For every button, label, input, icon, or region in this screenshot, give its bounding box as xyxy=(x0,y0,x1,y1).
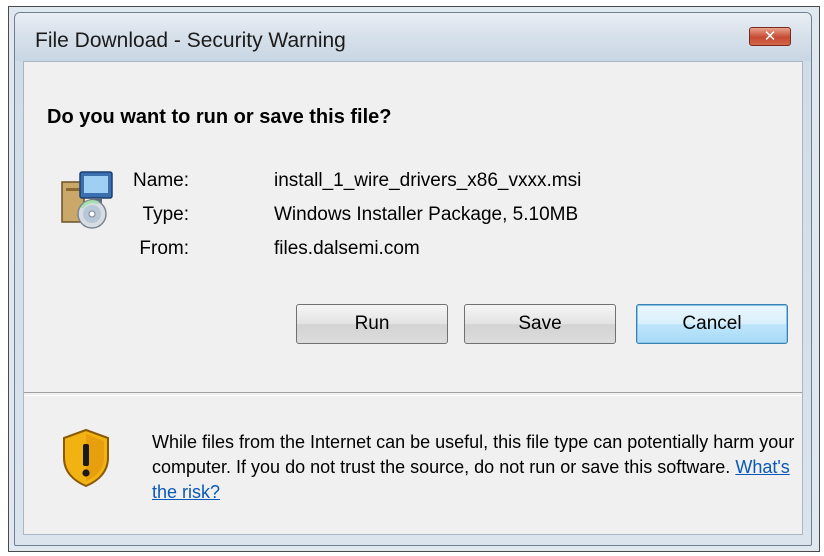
dialog-body: Do you want to run or save this file? Na… xyxy=(23,61,803,535)
warning-text: While files from the Internet can be use… xyxy=(152,432,795,477)
file-from-value: files.dalsemi.com xyxy=(274,238,420,259)
from-label: From: xyxy=(139,238,189,259)
type-label: Type: xyxy=(142,204,189,225)
close-icon: ✕ xyxy=(763,27,777,45)
security-shield-warning-icon xyxy=(63,428,109,488)
warning-message: While files from the Internet can be use… xyxy=(152,430,802,505)
cancel-button[interactable]: Cancel xyxy=(636,304,788,344)
file-type-value: Windows Installer Package, 5.10MB xyxy=(274,204,579,225)
close-button[interactable]: ✕ xyxy=(749,27,791,46)
run-button[interactable]: Run xyxy=(296,304,448,344)
window-title: File Download - Security Warning xyxy=(35,29,346,52)
security-warning-dialog: File Download - Security Warning ✕ Do yo… xyxy=(14,12,812,546)
title-bar[interactable]: File Download - Security Warning ✕ xyxy=(15,13,811,61)
save-button[interactable]: Save xyxy=(464,304,616,344)
question-heading: Do you want to run or save this file? xyxy=(47,106,392,128)
name-label: Name: xyxy=(133,170,189,191)
section-divider xyxy=(24,392,802,396)
file-name-value: install_1_wire_drivers_x86_vxxx.msi xyxy=(274,170,582,191)
